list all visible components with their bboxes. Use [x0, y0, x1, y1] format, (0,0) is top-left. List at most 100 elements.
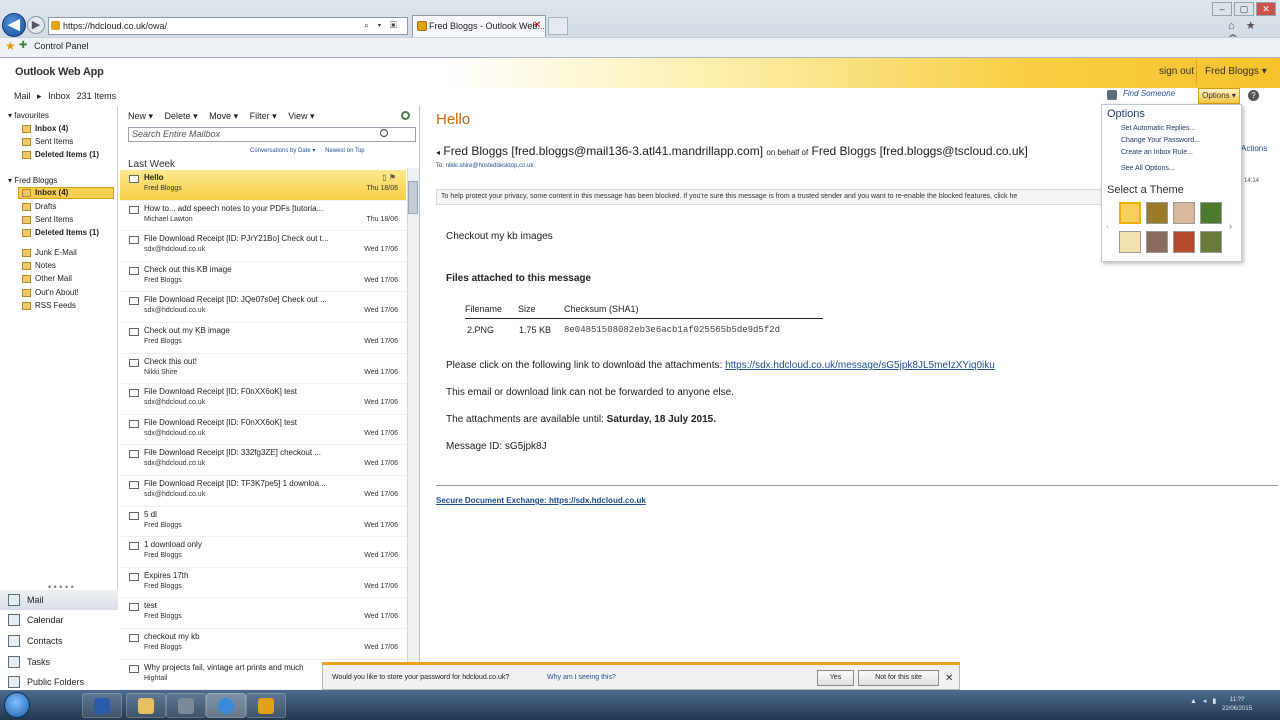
why-link[interactable]: Why am I seeing this? [547, 674, 616, 681]
theme-swatch[interactable] [1173, 202, 1195, 224]
to-address[interactable]: nikki.shire@hosteddesktop.co.uk [446, 163, 534, 169]
nav-rss-feeds[interactable]: RSS Feeds [35, 301, 76, 310]
message-row[interactable]: 5 dl Fred Bloggs Wed 17/06 [120, 507, 406, 538]
back-button[interactable]: ◀ [2, 13, 26, 37]
module-mail[interactable]: Mail [0, 590, 118, 610]
favorite-control-panel[interactable]: Control Panel [34, 41, 89, 51]
message-row[interactable]: checkout my kb Fred Bloggs Wed 17/06 [120, 629, 406, 660]
option-automatic-replies[interactable]: Set Automatic Replies... [1121, 125, 1195, 132]
taskbar-outlook[interactable] [246, 693, 286, 718]
nav-notes[interactable]: Notes [35, 261, 56, 270]
message-row[interactable]: Check this out! Nikki Shire Wed 17/06 [120, 354, 406, 385]
help-icon[interactable]: ? [1248, 90, 1259, 101]
yes-button[interactable]: Yes [817, 670, 854, 686]
home-star-gear-icons[interactable]: ⌂ ★ ⚙ [1228, 19, 1278, 45]
theme-swatch[interactable] [1200, 202, 1222, 224]
breadcrumb-mail[interactable]: Mail [14, 91, 31, 101]
collapse-icon[interactable]: ◂ [436, 148, 440, 157]
message-row[interactable]: Check out this KB image Fred Bloggs Wed 17… [120, 262, 406, 293]
nav-other-mail[interactable]: Other Mail [35, 274, 72, 283]
message-row[interactable]: test Fred Bloggs Wed 17/06 [120, 598, 406, 629]
module-contacts[interactable]: Contacts [0, 631, 118, 651]
user-menu[interactable]: Fred Bloggs ▾ [1205, 66, 1267, 77]
nav-junk-email[interactable]: Junk E-Mail [35, 248, 77, 257]
refresh-icon[interactable] [401, 111, 410, 120]
option-change-password[interactable]: Change Your Password... [1121, 137, 1200, 144]
system-tray[interactable]: ▲ ◂ ▮ [1190, 697, 1218, 705]
message-row[interactable]: File Download Receipt [ID: TF3K7pe5] 1 d… [120, 476, 406, 507]
behalf-address[interactable]: Fred Bloggs [fred.bloggs@tscloud.co.uk] [812, 144, 1028, 158]
theme-swatch[interactable] [1146, 202, 1168, 224]
move-button[interactable]: Move ▾ [209, 111, 238, 121]
new-tab-button[interactable] [548, 17, 568, 35]
search-icon[interactable] [380, 129, 388, 137]
nav-inbox[interactable]: Inbox (4) [35, 188, 68, 197]
secure-label[interactable]: Secure Document Exchange [436, 496, 544, 505]
download-link[interactable]: https://sdx.hdcloud.co.uk/message/sG5jpk… [725, 360, 995, 371]
add-favorite-icon[interactable]: ✚ [19, 40, 29, 52]
search-input[interactable]: Search Entire Mailbox [128, 127, 416, 142]
filter-button[interactable]: Filter ▾ [250, 111, 277, 121]
message-row[interactable]: How to... add speech notes to your PDFs … [120, 201, 406, 232]
taskbar-explorer[interactable] [126, 693, 166, 718]
browser-tab[interactable]: Fred Bloggs - Outlook Web... [412, 15, 546, 37]
mailbox-header[interactable]: ▾ Fred Bloggs [8, 176, 57, 185]
theme-swatch[interactable] [1146, 231, 1168, 253]
not-for-this-site-button[interactable]: Not for this site [858, 670, 939, 686]
find-someone-link[interactable]: Find Someone [1107, 89, 1197, 103]
message-row[interactable]: File Download Receipt [ID: PJrY21Bo] Che… [120, 231, 406, 262]
message-row[interactable]: Check out my KB image Fred Bloggs Wed 17/0… [120, 323, 406, 354]
flag-icon[interactable]: ▯ ⚑ [382, 173, 396, 182]
theme-prev-icon[interactable]: ‹ [1106, 221, 1109, 231]
taskbar-ie[interactable] [206, 693, 246, 718]
scrollbar-thumb[interactable] [408, 181, 418, 214]
message-row[interactable]: 1 download only Fred Bloggs Wed 17/06 [120, 537, 406, 568]
fav-deleted-items[interactable]: Deleted Items (1) [35, 150, 99, 159]
fav-sent-items[interactable]: Sent Items [35, 137, 73, 146]
list-scrollbar[interactable] [407, 168, 419, 686]
minimize-icon[interactable]: – [1212, 2, 1232, 16]
nav-deleted-items[interactable]: Deleted Items (1) [35, 228, 99, 237]
favorites-star-icon[interactable]: ★ [5, 39, 17, 53]
theme-swatch[interactable] [1200, 231, 1222, 253]
nav-drafts[interactable]: Drafts [35, 202, 56, 211]
close-icon[interactable]: ✕ [945, 673, 953, 684]
delete-button[interactable]: Delete ▾ [165, 111, 198, 121]
option-see-all[interactable]: See All Options... [1121, 165, 1175, 172]
start-button[interactable] [4, 692, 30, 718]
address-tools-icons[interactable]: ⌕ ▾ ▣ ↻ ✕ [364, 17, 408, 46]
taskbar-powershell[interactable] [82, 693, 122, 718]
theme-swatch[interactable] [1119, 202, 1141, 224]
options-button[interactable]: Options ▾ [1198, 88, 1240, 104]
theme-swatch[interactable] [1173, 231, 1195, 253]
nav-out-n-about[interactable]: Out'n About! [35, 288, 79, 297]
sort-order-toggle[interactable]: Newest on Top [325, 148, 365, 154]
sort-by-dropdown[interactable]: Conversations by Date ▾ [250, 148, 315, 154]
view-button[interactable]: View ▾ [288, 111, 314, 121]
blocked-content-infobar[interactable]: To help protect your privacy, some conte… [436, 189, 1106, 205]
theme-swatch[interactable] [1119, 231, 1141, 253]
message-row[interactable]: File Download Receipt [ID: JQe07s0e] Che… [120, 292, 406, 323]
message-row[interactable]: File Download Receipt [ID: F0nXX6oK] tes… [120, 415, 406, 446]
new-button[interactable]: New ▾ [128, 111, 153, 121]
option-inbox-rule[interactable]: Create an Inbox Rule... [1121, 149, 1193, 156]
close-window-icon[interactable]: ✕ [1256, 2, 1276, 16]
tab-close-icon[interactable]: ✕ [533, 15, 545, 37]
module-tasks[interactable]: Tasks [0, 652, 118, 672]
address-bar[interactable]: https://hdcloud.co.uk/owa/ [48, 17, 408, 35]
nav-sent-items[interactable]: Sent Items [35, 215, 73, 224]
sign-out-link[interactable]: sign out [1159, 66, 1194, 77]
breadcrumb-inbox[interactable]: Inbox [48, 91, 70, 101]
taskbar-server-manager[interactable] [166, 693, 206, 718]
secure-link[interactable]: https://sdx.hdcloud.co.uk [549, 496, 646, 505]
message-row[interactable]: Hello Fred Bloggs Thu 18/06 ▯ ⚑ [120, 170, 406, 201]
maximize-icon[interactable]: ▢ [1234, 2, 1254, 16]
module-public-folders[interactable]: Public Folders [0, 672, 118, 690]
clock[interactable]: 11:?? 22/06/2015 [1222, 696, 1252, 714]
actions-menu[interactable]: Actions [1241, 144, 1267, 153]
sender-address[interactable]: Fred Bloggs [fred.bloggs@mail136-3.atl41… [443, 144, 763, 158]
theme-next-icon[interactable]: › [1229, 221, 1232, 231]
message-row[interactable]: File Download Receipt [ID: F0nXX6oK] tes… [120, 384, 406, 415]
message-row[interactable]: File Download Receipt [ID: 332fg3ZE] che… [120, 445, 406, 476]
nav-favourites-header[interactable]: ▾ favourites [8, 111, 49, 120]
